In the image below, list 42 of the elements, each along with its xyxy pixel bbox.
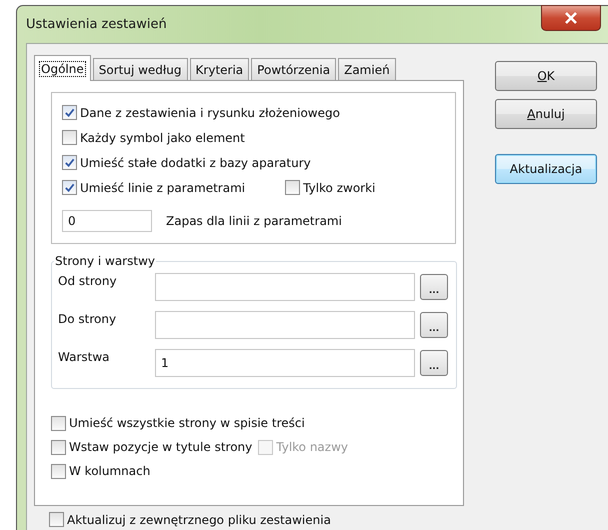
browse-button[interactable]: ... — [420, 350, 448, 376]
window-title: Ustawienia zestawień — [26, 17, 167, 32]
checkbox-label: Dane z zestawienia i rysunku złożeniowego — [80, 106, 340, 120]
checkbox[interactable] — [62, 105, 77, 120]
tab[interactable]: Kryteria — [190, 58, 250, 80]
tab[interactable]: Powtórzenia — [251, 58, 336, 80]
checkbox-label: Wstaw pozycje w tytule strony — [69, 440, 252, 454]
reserve-field[interactable]: 0 — [62, 210, 152, 232]
dialog-button[interactable]: Anuluj — [495, 99, 597, 129]
checkbox[interactable] — [62, 130, 77, 145]
checkbox[interactable] — [51, 416, 66, 430]
checkbox[interactable] — [51, 464, 66, 478]
checkbox[interactable] — [62, 180, 77, 195]
checkbox-label: Tylko zworki — [303, 180, 376, 194]
text-field[interactable] — [155, 311, 415, 339]
close-icon — [564, 12, 578, 24]
dialog-button[interactable]: Aktualizacja — [495, 154, 597, 184]
tab[interactable]: Zamień — [338, 58, 396, 80]
checkbox-label: Tylko nazwy — [276, 440, 348, 454]
text-field[interactable] — [155, 273, 415, 301]
dialog-button[interactable]: OK — [495, 61, 597, 91]
checkbox[interactable] — [51, 440, 66, 454]
text-field[interactable]: 1 — [155, 349, 415, 377]
browse-button[interactable]: ... — [420, 312, 448, 338]
checkbox[interactable] — [49, 512, 64, 527]
checkbox-label: Umieść wszystkie strony w spisie treści — [69, 416, 305, 430]
checkbox-label: Każdy symbol jako element — [80, 130, 245, 144]
field-label: Zapas dla linii z parametrami — [166, 214, 342, 228]
close-button[interactable] — [541, 5, 601, 31]
checkbox-label: Aktualizuj z zewnętrznego pliku zestawienia — [67, 512, 331, 526]
checkbox-label: Umieść linie z parametrami — [80, 180, 246, 194]
checkbox[interactable] — [285, 180, 300, 195]
checkbox-label: W kolumnach — [69, 464, 150, 478]
group-title: Strony i warstwy — [54, 254, 156, 268]
tab[interactable]: Ogólne — [34, 55, 91, 81]
field-label: Warstwa — [58, 349, 111, 364]
checkbox-label: Umieść stałe dodatki z bazy aparatury — [80, 156, 311, 170]
checkbox[interactable] — [62, 155, 77, 170]
field-label: Do strony — [58, 311, 118, 326]
tab[interactable]: Sortuj według — [92, 58, 188, 80]
field-label: Od strony — [58, 273, 118, 288]
browse-button[interactable]: ... — [420, 274, 448, 300]
